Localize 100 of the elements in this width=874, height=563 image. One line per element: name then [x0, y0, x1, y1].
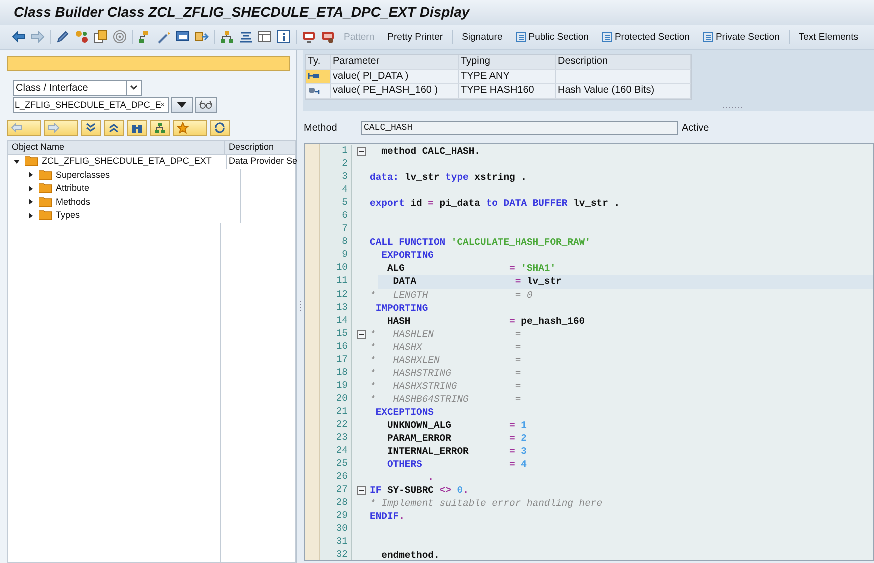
row-selector[interactable] — [306, 84, 331, 98]
line-number: 16 — [320, 340, 352, 354]
line-number: 17 — [320, 354, 352, 367]
line-number: 30 — [320, 523, 352, 536]
back-icon[interactable] — [12, 31, 26, 43]
line-number: 32 — [320, 549, 352, 560]
tree-item[interactable]: Methods — [56, 196, 91, 209]
collapse-button[interactable] — [104, 120, 124, 136]
tree-item[interactable]: ZCL_ZFLIG_SHECDULE_ETA_DPC_EXT — [42, 155, 212, 168]
toggle-icon[interactable] — [28, 172, 34, 178]
line-number: 2 — [320, 158, 352, 172]
monitor-icon[interactable] — [302, 30, 316, 44]
collapse-icon[interactable] — [356, 330, 366, 339]
toolbar-button[interactable]: Signature — [458, 32, 507, 42]
line-number: 27 — [320, 484, 352, 498]
folder-icon — [39, 183, 53, 194]
toolbar-button[interactable]: Protected Section — [598, 32, 694, 42]
code-line: IMPORTING — [374, 302, 428, 314]
line-number: 6 — [320, 210, 352, 224]
layout-icon[interactable] — [258, 30, 272, 44]
toolbar-button[interactable]: Private Section — [698, 32, 784, 42]
line-number: 21 — [320, 406, 352, 419]
binoculars-button[interactable] — [127, 120, 147, 136]
right-arrow-icon — [48, 123, 60, 133]
method-status: Active — [682, 122, 710, 134]
circles-icon[interactable] — [75, 30, 89, 44]
export-icon[interactable] — [195, 30, 209, 44]
refresh-button[interactable] — [210, 120, 230, 136]
dropdown-button[interactable] — [171, 97, 193, 113]
toolbar-button[interactable]: Public Section — [512, 32, 593, 42]
tree-item[interactable]: Superclasses — [56, 168, 110, 182]
table-cell: TYPE HASH160 — [459, 84, 556, 98]
hierarchy-button[interactable] — [150, 120, 170, 136]
glasses-button[interactable] — [195, 97, 217, 113]
code-line: * HASHX = — [370, 342, 522, 353]
tree-cell-text: Data Provider Se — [229, 155, 298, 168]
collapse-icon[interactable] — [356, 486, 366, 496]
favorites-button[interactable] — [173, 120, 207, 136]
column-header: Object Name — [8, 141, 225, 154]
window-icon[interactable] — [176, 30, 190, 44]
object-name-field[interactable]: L_ZFLIG_SHECDULE_ETA_DPC_E — [13, 97, 169, 113]
line-number: 9 — [320, 249, 352, 262]
tree-item[interactable]: Attribute — [56, 182, 90, 196]
line-number: 15 — [320, 328, 352, 341]
monitor-icon[interactable] — [321, 30, 335, 44]
line-number: 28 — [320, 497, 352, 510]
code-line: * HASHXSTRING = — [370, 380, 522, 392]
row-selector[interactable] — [306, 70, 331, 83]
line-number: 12 — [320, 288, 352, 302]
table-cell: value( PI_DATA ) — [331, 70, 459, 83]
code-line: endmethod. — [380, 550, 440, 560]
triangle-down-icon — [177, 102, 187, 108]
code-line: * HASHB64STRING = — [370, 394, 522, 405]
toolbar-button[interactable]: Text Elements — [794, 32, 863, 42]
code-line: EXPORTING — [380, 250, 434, 262]
info-icon[interactable] — [277, 30, 291, 44]
object-type-dropdown[interactable]: Class / Interface — [13, 80, 142, 96]
expand-button[interactable] — [81, 120, 101, 136]
left-arrow-icon — [11, 123, 23, 133]
line-number: 7 — [320, 223, 352, 236]
table-cell: TYPE ANY — [459, 70, 556, 83]
toolbar-button[interactable]: Pretty Printer — [384, 32, 448, 42]
exporting-icon — [308, 86, 320, 95]
toggle-icon[interactable] — [28, 186, 34, 192]
target-icon[interactable] — [113, 30, 127, 44]
copy-icon[interactable] — [94, 30, 108, 44]
wand-icon[interactable] — [157, 30, 171, 44]
column-header: Description — [556, 55, 691, 68]
code-line: IF SY-SUBRC <> 0. — [370, 485, 469, 496]
folder-icon — [39, 210, 53, 222]
table-cell: value( PE_HASH_160 ) — [331, 84, 459, 98]
column-header: Ty. — [306, 55, 331, 68]
code-line: EXCEPTIONS — [374, 406, 434, 418]
line-number: 1 — [320, 145, 352, 158]
hierarchy-icon[interactable] — [220, 30, 234, 44]
method-label: Method — [304, 122, 338, 134]
toggle-icon[interactable] — [28, 199, 34, 206]
toggle-icon[interactable] — [28, 212, 34, 219]
toggle-icon[interactable] — [14, 158, 20, 165]
line-number: 29 — [320, 510, 352, 524]
splitter-handle-icon[interactable] — [298, 300, 302, 314]
code-line: * HASHLEN = — [370, 328, 522, 340]
folder-icon — [39, 170, 53, 181]
code-line: data: lv_str type xstring . — [370, 172, 527, 184]
splitter-handle-icon[interactable] — [723, 106, 743, 109]
glasses-icon — [199, 100, 213, 110]
pencil-icon[interactable] — [56, 30, 70, 44]
line-number: 10 — [320, 262, 352, 276]
binoculars-icon — [131, 122, 143, 134]
folder-icon — [39, 196, 53, 208]
clear-icon[interactable] — [161, 101, 165, 109]
code-line: * Implement suitable error handling here — [370, 498, 603, 510]
method-field[interactable]: CALC_HASH — [361, 121, 678, 135]
collapse-icon[interactable] — [356, 147, 366, 156]
stack-icon[interactable] — [239, 30, 253, 44]
code-line: OTHERS = 4 — [386, 459, 527, 470]
table-cell: Hash Value (160 Bits) — [558, 85, 655, 96]
importing-icon — [308, 72, 320, 80]
tree-item[interactable]: Types — [56, 209, 80, 222]
line-number: 11 — [320, 275, 352, 289]
